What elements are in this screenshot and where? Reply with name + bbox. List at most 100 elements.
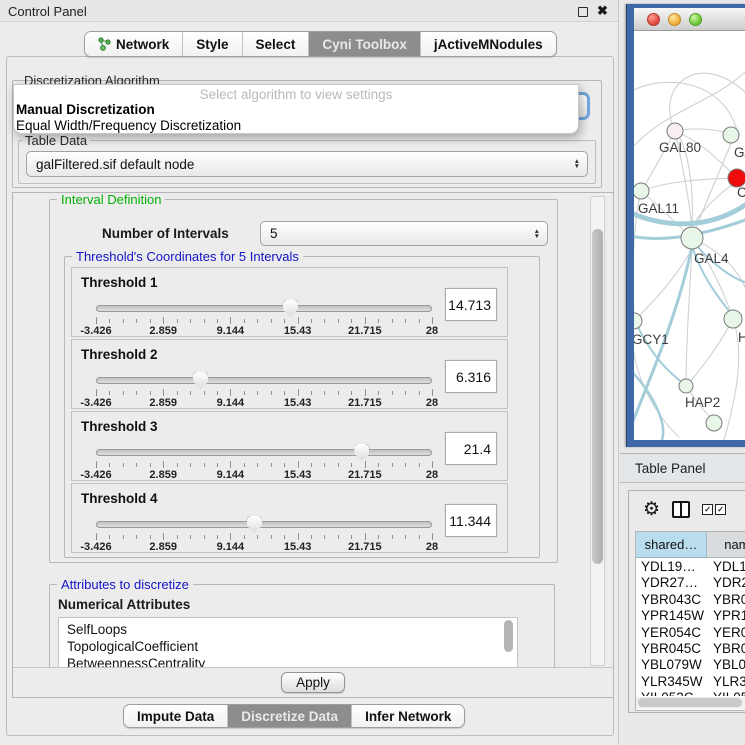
number-of-intervals-label: Number of Intervals [102,226,229,241]
node-label: GAL80 [659,140,701,155]
slider-thumb[interactable] [247,516,262,533]
control-panel-window: Control Panel ✖ Network Style Select Cyn… [0,0,619,745]
threshold-2-value-field[interactable] [445,360,497,393]
tab-infer-network[interactable]: Infer Network [352,705,464,727]
node-label: HA [738,330,745,345]
tab-network[interactable]: Network [85,32,183,56]
attribute-list-item[interactable]: TopologicalCoefficient [67,638,517,655]
threshold-1-box: Threshold 1 -3.4262.8599.14415.4321.7152… [71,267,508,337]
threshold-3-label: Threshold 3 [81,419,158,434]
tab-discretize-data[interactable]: Discretize Data [228,705,352,727]
node-label: HAP2 [685,395,720,410]
tab-jactivemnodules[interactable]: jActiveMNodules [421,32,556,56]
numerical-attributes-label: Numerical Attributes [58,597,190,612]
network-edge[interactable] [690,319,733,382]
table-panel: ⚙ ✓ ✓ shared… name YDL19…YDL19…YDR27…YDR… [628,490,745,713]
table-toolbar: ⚙ ✓ ✓ [629,491,745,527]
network-icon [98,37,111,51]
threshold-4-value-field[interactable] [445,504,497,537]
slider-thumb[interactable] [354,444,369,461]
column-header-name[interactable]: name [707,532,745,558]
table-row[interactable]: YLR345WYLR345W [636,674,745,690]
node-label: GAL11 [638,201,679,216]
network-node[interactable] [634,313,642,329]
scrollbar-thumb[interactable] [592,229,603,564]
table-row[interactable]: YIL052CYIL052C [636,690,745,696]
list-scrollbar[interactable] [504,620,515,666]
table-row[interactable]: YPR145WYPR145W [636,608,745,624]
table-data-combobox[interactable]: galFiltered.sif default node ▲▼ [26,151,588,177]
network-node[interactable] [724,310,742,328]
zoom-traffic-light[interactable] [689,13,702,26]
scrollbar-thumb[interactable] [638,698,742,707]
tab-cyni-toolbox[interactable]: Cyni Toolbox [309,32,421,56]
attributes-listbox: SelfLoopsTopologicalCoefficientBetweenne… [58,617,518,669]
panel-scrollbar[interactable] [590,196,605,666]
network-node[interactable] [679,379,693,393]
threshold-3-box: Threshold 3 -3.4262.8599.14415.4321.7152… [71,411,508,481]
threshold-coordinates-title: Threshold's Coordinates for 5 Intervals [72,249,303,264]
node-table: shared… name YDL19…YDL19…YDR27…YDR27…YBR… [635,531,745,711]
attributes-group-title: Attributes to discretize [57,577,193,592]
slider-thumb[interactable] [283,300,298,317]
tab-select[interactable]: Select [243,32,310,56]
apply-button[interactable]: Apply [281,672,345,693]
table-row[interactable]: YBR043CYBR043C [636,592,745,608]
tab-style[interactable]: Style [183,32,242,56]
control-panel-titlebar: Control Panel ✖ [0,0,618,22]
threshold-4-slider[interactable]: -3.4262.8599.14415.4321.71528 [96,516,432,550]
algorithm-dropdown-popup: Select algorithm to view settings Manual… [13,84,579,134]
split-columns-icon[interactable] [672,501,690,518]
table-row[interactable]: YER054CYER054C [636,625,745,641]
table-row[interactable]: YDR27…YDR27… [636,575,745,591]
apply-strip: Apply [13,667,613,697]
network-node[interactable] [706,415,722,431]
network-edge[interactable] [641,178,737,191]
network-node[interactable] [634,183,649,199]
network-canvas[interactable]: GAL80GACGAL11GAL4GCY1HAHAP2 [634,31,745,440]
table-row[interactable]: YDL19…YDL19… [636,559,745,575]
threshold-4-label: Threshold 4 [81,491,158,506]
attribute-list-item[interactable]: SelfLoops [67,621,517,638]
option-equal-width-frequency[interactable]: Equal Width/Frequency Discretization [14,118,578,134]
network-edge[interactable] [724,319,739,440]
number-of-intervals-combobox[interactable]: 5 ▲▼ [260,221,548,246]
table-header-row: shared… name [636,532,745,558]
bottom-tabbar: Impute Data Discretize Data Infer Networ… [123,704,465,728]
close-icon[interactable]: ✖ [597,3,608,19]
threshold-3-slider[interactable]: -3.4262.8599.14415.4321.71528 [96,444,432,478]
threshold-1-slider[interactable]: -3.4262.8599.14415.4321.71528 [96,300,432,334]
checkbox-icon[interactable]: ✓ [702,504,713,515]
table-data-title: Table Data [22,133,90,148]
threshold-2-slider[interactable]: -3.4262.8599.14415.4321.71528 [96,372,432,406]
gear-icon[interactable]: ⚙ [643,500,660,519]
table-panel-title: Table Panel [620,461,706,476]
threshold-1-value-field[interactable] [445,288,497,321]
column-header-shared-name[interactable]: shared… [636,532,707,558]
node-label: GAL4 [694,251,729,266]
float-window-icon[interactable] [578,7,588,17]
option-manual-discretization[interactable]: Manual Discretization [14,102,578,118]
minimize-traffic-light[interactable] [668,13,681,26]
checkbox-icon[interactable]: ✓ [715,504,726,515]
network-node[interactable] [723,127,739,143]
app-root: Control Panel ✖ Network Style Select Cyn… [0,0,745,745]
top-tabbar: Network Style Select Cyni Toolbox jActiv… [84,31,557,57]
stepper-arrows-icon: ▲▼ [574,159,580,169]
table-row[interactable]: YBL079WYBL079W [636,657,745,673]
threshold-3-value-field[interactable] [445,432,497,465]
network-node[interactable] [667,123,683,139]
horizontal-scrollbar[interactable] [636,697,745,709]
threshold-4-box: Threshold 4 -3.4262.8599.14415.4321.7152… [71,483,508,553]
table-row[interactable]: YBR045CYBR045C [636,641,745,657]
node-label: GA [734,145,745,160]
slider-thumb[interactable] [193,372,208,389]
close-traffic-light[interactable] [647,13,660,26]
network-window-titlebar[interactable] [634,8,745,31]
tab-impute-data[interactable]: Impute Data [124,705,228,727]
threshold-2-box: Threshold 2 -3.4262.8599.14415.4321.7152… [71,339,508,409]
node-label: C [737,185,745,200]
network-view-window: GAL80GACGAL11GAL4GCY1HAHAP2 [626,4,745,447]
network-node[interactable] [681,227,703,249]
right-region: GAL80GACGAL11GAL4GCY1HAHAP2 Table Panel … [620,0,745,745]
